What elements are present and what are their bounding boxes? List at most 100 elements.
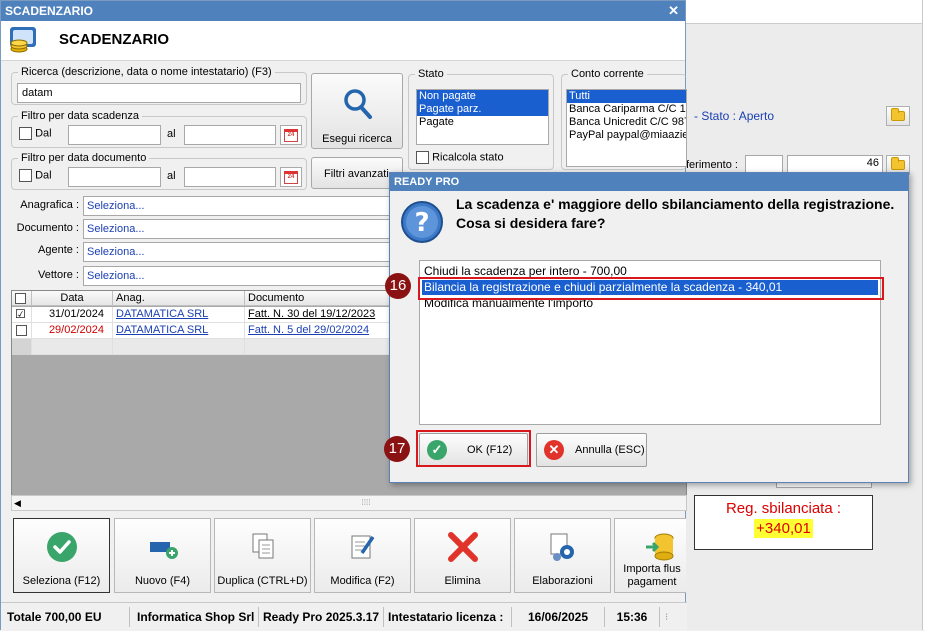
empty-cell (113, 339, 245, 355)
importa-button[interactable]: Importa flus pagament (614, 518, 686, 593)
conto-item[interactable]: Banca Unicredit C/C 987 (567, 116, 686, 129)
grid-header-anag[interactable]: Anag. (113, 291, 245, 306)
row-checkbox[interactable] (16, 324, 27, 336)
dal-label: Dal (35, 127, 52, 140)
row-checkbox-cell[interactable]: ☑ (12, 307, 32, 323)
scroll-thumb-icon[interactable]: ⁞⁞⁞⁞ (355, 496, 377, 510)
filtro-scadenza-label: Filtro per data scadenza (18, 109, 143, 123)
conto-item[interactable]: Banca Cariparma C/C 12 (567, 103, 686, 116)
scadenza-al-input[interactable] (184, 125, 276, 145)
calendar-button[interactable]: 24 (280, 167, 302, 187)
check-circle-icon (46, 531, 78, 566)
resize-grip-icon[interactable]: ⁝ (665, 612, 668, 623)
grid-header-data[interactable]: Data (32, 291, 113, 306)
esegui-ricerca-button[interactable]: Esegui ricerca (311, 73, 403, 149)
folder-icon (891, 157, 905, 170)
modifica-button[interactable]: Modifica (F2) (314, 518, 411, 593)
al-label: al (167, 128, 176, 140)
duplica-button[interactable]: Duplica (CTRL+D) (214, 518, 311, 593)
reg-sbilanciata-box: Reg. sbilanciata : +340,01 (694, 495, 873, 550)
stato-item-non-pagate[interactable]: Non pagate (417, 90, 548, 103)
dialog-title: READY PRO (390, 173, 908, 191)
stato-item-pagate-parz[interactable]: Pagate parz. (417, 103, 548, 116)
window-header: SCADENZARIO (1, 21, 685, 61)
dal-label: Dal (35, 169, 52, 182)
svg-text:?: ? (414, 208, 429, 238)
close-icon[interactable]: ✕ (668, 1, 679, 21)
agente-select[interactable]: Seleziona... (83, 242, 403, 262)
documento-al-input[interactable] (184, 167, 276, 187)
step-badge-16: 16 (385, 273, 411, 299)
search-input[interactable]: datam (17, 83, 301, 103)
filtro-scadenza-checkbox-wrap[interactable]: Dal (19, 127, 52, 140)
riferimento-input-b[interactable]: 46 (787, 155, 883, 173)
conto-item[interactable]: PayPal paypal@miaazier (567, 129, 686, 142)
conto-group: Conto corrente Tutti Banca Cariparma C/C… (561, 67, 687, 170)
grid-header-check[interactable] (12, 291, 32, 306)
horizontal-scrollbar[interactable]: ◀ ⁞⁞⁞⁞ (11, 495, 687, 511)
elimina-button[interactable]: Elimina (414, 518, 511, 593)
conto-listbox[interactable]: Tutti Banca Cariparma C/C 12 Banca Unicr… (566, 89, 687, 167)
question-icon: ? (400, 200, 444, 247)
new-record-icon (147, 531, 179, 566)
ready-pro-dialog: READY PRO ? La scadenza e' maggiore dell… (384, 172, 909, 483)
scroll-left-icon[interactable]: ◀ (14, 498, 21, 509)
select-all-checkbox[interactable] (15, 293, 26, 305)
annulla-button[interactable]: ✕ Annulla (ESC) (536, 433, 647, 467)
window-title: SCADENZARIO (5, 4, 94, 18)
calendar-button[interactable]: 24 (280, 125, 302, 145)
row-date: 31/01/2024 (32, 307, 113, 323)
documento-label: Documento : (16, 222, 79, 234)
reg-sbilanciata-label: Reg. sbilanciata : (725, 500, 842, 517)
stato-listbox[interactable]: Non pagate Pagate parz. Pagate (416, 89, 549, 145)
window-titlebar: SCADENZARIO ✕ (1, 1, 685, 21)
vettore-label: Vettore : (38, 269, 79, 281)
nuovo-button[interactable]: Nuovo (F4) (114, 518, 211, 593)
ricalcola-stato-wrap[interactable]: Ricalcola stato (416, 151, 504, 164)
filtro-documento-checkbox-wrap[interactable]: Dal (19, 169, 52, 182)
calendar-icon: 24 (284, 128, 298, 142)
filtro-documento-label: Filtro per data documento (18, 151, 150, 165)
conto-label: Conto corrente (568, 67, 647, 81)
ricerca-group: Ricerca (descrizione, data o nome intest… (11, 65, 307, 105)
step-badge-17: 17 (384, 436, 410, 462)
annulla-label: Annulla (ESC) (575, 444, 645, 456)
row-anag[interactable]: DATAMATICA SRL (113, 323, 245, 339)
seleziona-button[interactable]: Seleziona (F12) (13, 518, 110, 593)
status-version: Ready Pro 2025.3.17 (259, 607, 384, 627)
cancel-x-icon: ✕ (544, 440, 564, 460)
row-anag[interactable]: DATAMATICA SRL (113, 307, 245, 323)
row-checkbox-cell[interactable] (12, 323, 32, 339)
elaborazioni-button[interactable]: Elaborazioni (514, 518, 611, 593)
duplica-label: Duplica (CTRL+D) (217, 575, 308, 587)
folder-button-1[interactable] (886, 106, 910, 126)
filtro-documento-group: Filtro per data documento Dal al 24 (11, 151, 307, 190)
agente-label: Agente : (38, 244, 79, 256)
anagrafica-select[interactable]: Seleziona... (83, 196, 403, 216)
status-time: 15:36 (605, 607, 660, 627)
checkmark-icon[interactable]: ☑ (15, 307, 26, 321)
filtri-avanzati-label: Filtri avanzati (324, 168, 389, 180)
gears-icon (547, 531, 579, 566)
stato-label: Stato (415, 67, 447, 81)
riferimento-input-a[interactable] (745, 155, 783, 173)
riferimento-label: ferimento : (686, 159, 738, 171)
filtro-scadenza-checkbox[interactable] (19, 127, 32, 140)
import-database-icon (644, 531, 676, 566)
importa-label: Importa flus pagament (623, 563, 681, 588)
search-icon (342, 88, 374, 123)
stato-item-pagate[interactable]: Pagate (417, 116, 548, 129)
edit-icon (347, 531, 379, 566)
vettore-select[interactable]: Seleziona... (83, 266, 403, 286)
scadenza-dal-input[interactable] (68, 125, 161, 145)
documento-dal-input[interactable] (68, 167, 161, 187)
calendar-icon: 24 (284, 170, 298, 184)
ricalcola-stato-checkbox[interactable] (416, 151, 429, 164)
documento-select[interactable]: Seleziona... (83, 219, 403, 239)
conto-item[interactable]: Tutti (567, 90, 686, 103)
elimina-label: Elimina (444, 575, 481, 587)
filtro-documento-checkbox[interactable] (19, 169, 32, 182)
row-indicator (12, 339, 32, 355)
nuovo-label: Nuovo (F4) (134, 575, 191, 587)
duplicate-icon (247, 531, 279, 566)
